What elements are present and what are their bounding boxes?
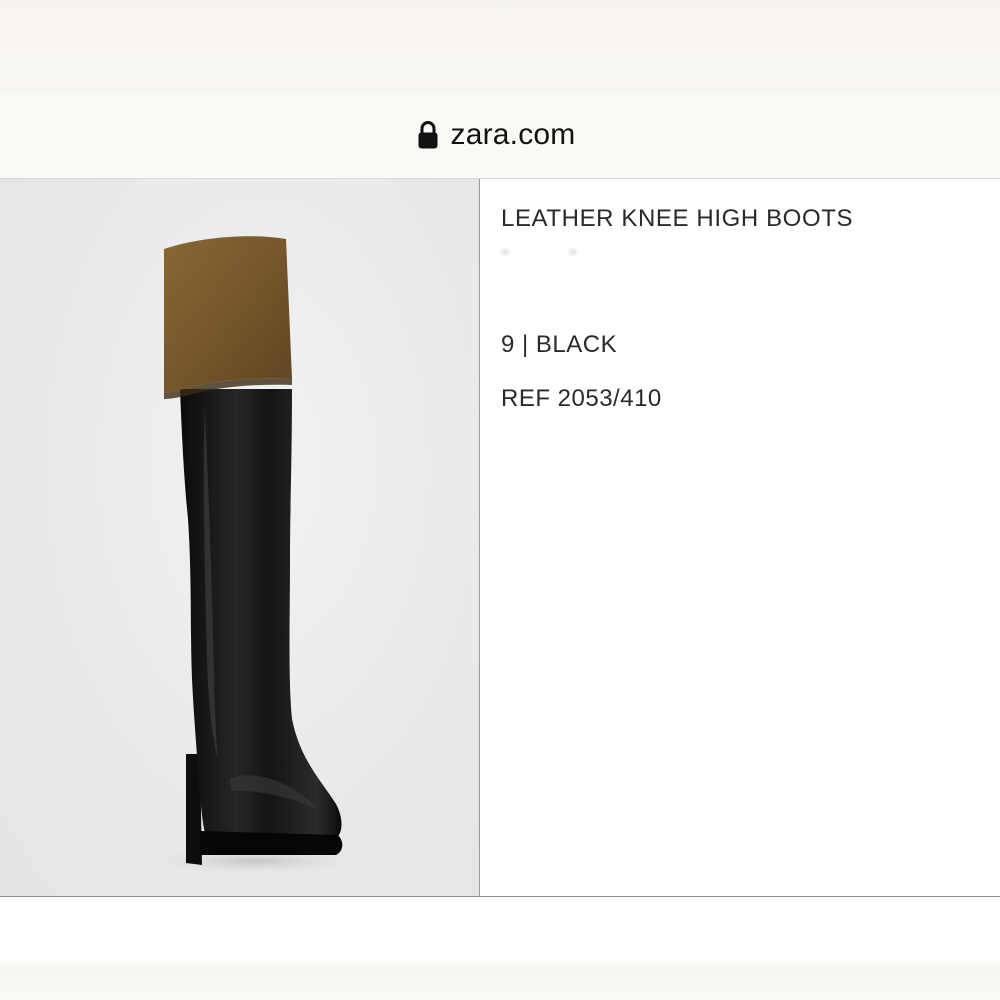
price-redacted: [501, 249, 611, 263]
boot-illustration: [135, 236, 375, 875]
product-image[interactable]: [0, 179, 480, 896]
size-color-label: 9 | BLACK: [501, 331, 618, 358]
url-display[interactable]: zara.com: [417, 118, 576, 152]
bottom-blur-area: [0, 897, 1000, 1000]
url-text: zara.com: [450, 118, 576, 151]
screenshot-frame: zara.com LEATHER KNEE HIGH BOOTS 9 | BLA…: [0, 0, 1000, 1000]
boot-sole: [200, 831, 343, 855]
top-blur-area: [0, 0, 1000, 92]
product-details: LEATHER KNEE HIGH BOOTS 9 | BLACK REF 20…: [480, 179, 1000, 896]
boot-cuff: [164, 236, 292, 393]
product-panel: LEATHER KNEE HIGH BOOTS 9 | BLACK REF 20…: [0, 179, 1000, 897]
address-bar[interactable]: zara.com: [0, 92, 1000, 179]
reference-number: REF 2053/410: [501, 385, 662, 412]
lock-icon: [418, 121, 437, 149]
product-title: LEATHER KNEE HIGH BOOTS: [501, 205, 854, 232]
